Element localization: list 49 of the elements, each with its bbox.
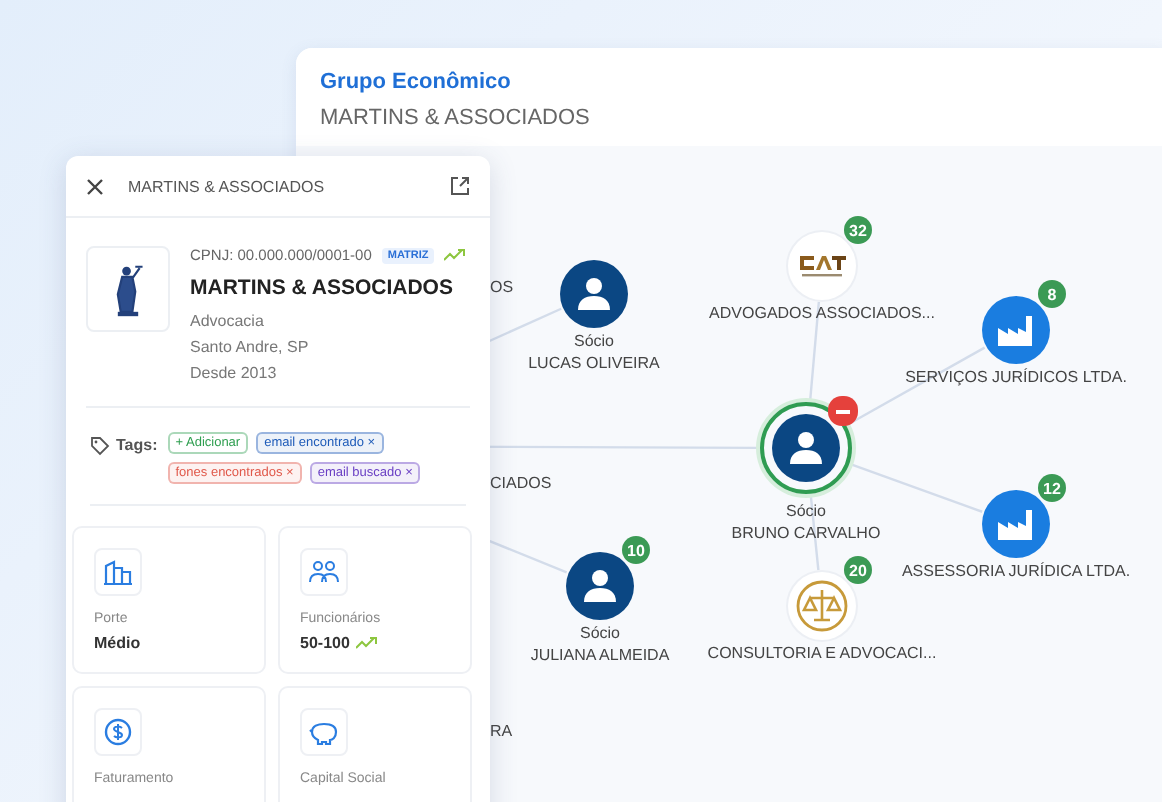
node-label: CIADOS bbox=[490, 474, 552, 492]
panel-title: MARTINS & ASSOCIADOS bbox=[128, 177, 327, 195]
company-detail: Desde 2013 bbox=[190, 362, 279, 386]
person-node[interactable] bbox=[560, 260, 628, 328]
node-label: CONSULTORIA E ADVOCACI... bbox=[707, 644, 937, 664]
person-icon bbox=[788, 430, 824, 466]
node-label: SERVIÇOS JURÍDICOS LTDA. bbox=[905, 368, 1127, 388]
close-icon[interactable] bbox=[86, 177, 104, 195]
remove-icon[interactable] bbox=[828, 396, 858, 426]
node-role: Sócio bbox=[579, 624, 620, 644]
company-detail: Santo Andre, SP bbox=[190, 336, 311, 360]
trend-up-icon bbox=[355, 636, 378, 650]
company-detail: Advocacia bbox=[190, 310, 266, 334]
factory-icon bbox=[996, 312, 1036, 348]
people-icon bbox=[308, 558, 340, 586]
count-badge: 8 bbox=[1038, 280, 1066, 308]
count-badge: 32 bbox=[844, 216, 872, 244]
node-label: OS bbox=[490, 278, 514, 296]
person-icon bbox=[582, 568, 618, 604]
node-label: ADVOGADOS ASSOCIADOS... bbox=[709, 304, 935, 324]
stat-value: Médio bbox=[94, 634, 141, 652]
company-node[interactable] bbox=[982, 296, 1050, 364]
count-badge: 10 bbox=[622, 536, 650, 564]
node-role: Sócio bbox=[785, 502, 826, 522]
logo-icon bbox=[796, 252, 848, 280]
company-name: MARTINS & ASSOCIADOS bbox=[190, 276, 455, 300]
count-badge: 20 bbox=[844, 556, 872, 584]
node-label: BRUNO CARVALHO bbox=[731, 524, 881, 544]
piggy-bank-icon bbox=[308, 719, 340, 745]
building-icon bbox=[104, 558, 132, 586]
scales-icon bbox=[794, 578, 850, 634]
node-label: JULIANA ALMEIDA bbox=[530, 646, 670, 666]
node-role: Sócio bbox=[573, 332, 614, 352]
company-node[interactable] bbox=[982, 490, 1050, 558]
count-badge: 12 bbox=[1038, 474, 1066, 502]
company-name: MARTINS & ASSOCIADOS bbox=[320, 106, 592, 130]
tags-label: Tags: bbox=[116, 436, 158, 454]
tag-icon bbox=[90, 436, 110, 456]
person-node[interactable] bbox=[772, 414, 840, 482]
node-label: ASSESSORIA JURÍDICA LTDA. bbox=[901, 562, 1131, 582]
stat-value: 50-100 bbox=[300, 634, 350, 652]
panel-title: Grupo Econômico bbox=[320, 70, 513, 94]
factory-icon bbox=[996, 506, 1036, 542]
external-link-icon[interactable] bbox=[450, 176, 470, 196]
node-label: LUCAS OLIVEIRA bbox=[528, 354, 660, 374]
person-icon bbox=[576, 276, 612, 312]
connector-line bbox=[850, 463, 983, 513]
coin-icon bbox=[104, 718, 132, 746]
node-label: RA bbox=[490, 722, 513, 740]
